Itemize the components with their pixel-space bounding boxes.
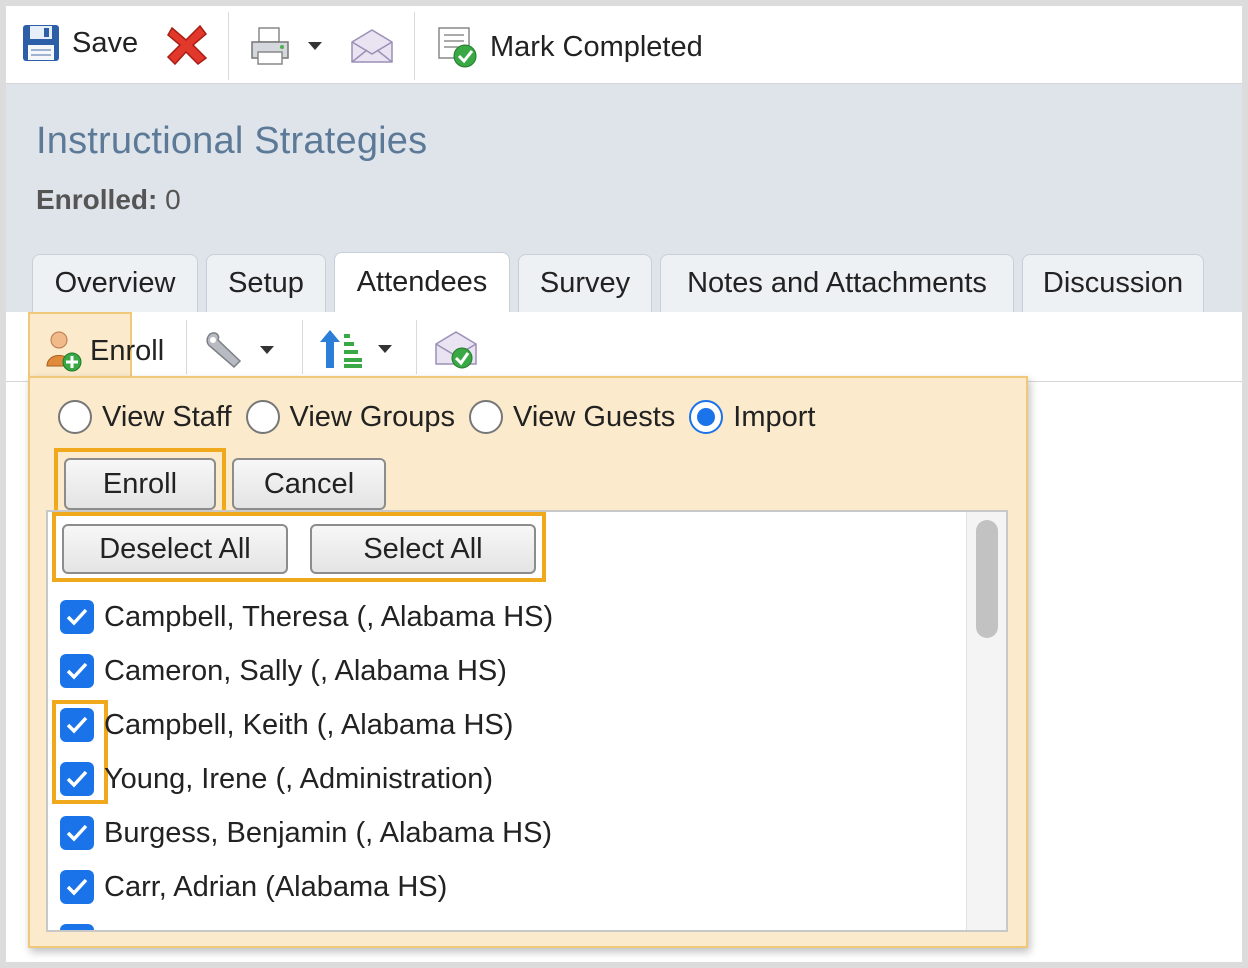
attendee-name: Cameron, Sally (, Alabama HS): [104, 654, 507, 687]
view-guests-label: View Guests: [513, 400, 676, 433]
list-scrollbar[interactable]: [966, 512, 1006, 930]
wrench-icon: [204, 330, 246, 370]
envelope-check-icon: [434, 330, 478, 370]
toolbar-separator: [228, 12, 229, 80]
enroll-button[interactable]: Enroll: [64, 458, 216, 510]
tab-label: Setup: [228, 267, 304, 299]
enrolled-value: 0: [165, 184, 181, 215]
checkbox-checked-icon[interactable]: [60, 870, 94, 904]
import-label: Import: [733, 400, 816, 433]
delete-button[interactable]: [166, 22, 208, 66]
save-label: Save: [72, 26, 139, 59]
attendee-name: Burgess, Benjamin (, Alabama HS): [104, 816, 553, 849]
select-all-button[interactable]: Select All: [310, 524, 536, 574]
printer-icon: [248, 26, 292, 66]
attendee-import-list[interactable]: Deselect All Select All Campbell, Theres…: [46, 510, 1008, 932]
email-completed-button[interactable]: [434, 330, 478, 370]
list-item[interactable]: Campbell, Theresa (, Alabama HS): [60, 600, 553, 634]
tab-label: Discussion: [1042, 267, 1184, 299]
import-radio[interactable]: [689, 400, 724, 434]
email-button[interactable]: [350, 28, 394, 64]
tab-label: Notes and Attachments: [687, 267, 987, 299]
page-title: Instructional Strategies: [36, 120, 428, 162]
caret-down-icon[interactable]: [260, 346, 274, 354]
list-item[interactable]: Burgess, Benjamin (, Alabama HS): [60, 816, 552, 850]
attendees-toolbar: [6, 312, 1242, 382]
print-button[interactable]: [248, 26, 322, 66]
checkbox-checked-icon[interactable]: [60, 762, 94, 796]
checkbox-checked-icon[interactable]: [60, 654, 94, 688]
sort-menu-button[interactable]: [320, 328, 392, 370]
add-user-icon: [44, 330, 82, 372]
mark-completed-label: Mark Completed: [490, 30, 703, 63]
envelope-icon: [350, 28, 394, 64]
checkbox-checked-icon[interactable]: [60, 708, 94, 742]
view-staff-radio[interactable]: [58, 400, 92, 434]
checkbox-checked-icon[interactable]: [60, 816, 94, 850]
tab-overview[interactable]: Overview: [32, 254, 198, 312]
list-item[interactable]: [60, 924, 104, 930]
view-groups-label: View Groups: [289, 400, 456, 433]
view-staff-label: View Staff: [102, 400, 232, 433]
mark-completed-button[interactable]: Mark Completed: [436, 26, 703, 68]
attendee-name: Campbell, Keith (, Alabama HS): [104, 708, 514, 741]
tab-setup[interactable]: Setup: [206, 254, 326, 312]
tab-label: Attendees: [356, 266, 488, 298]
view-guests-radio[interactable]: [469, 400, 504, 434]
enrolled-count: Enrolled: 0: [36, 184, 181, 216]
tab-survey[interactable]: Survey: [518, 254, 652, 312]
enroll-label: Enroll: [90, 334, 165, 367]
toolbar-separator: [302, 320, 303, 374]
attendee-name: Campbell, Theresa (, Alabama HS): [104, 600, 554, 633]
caret-down-icon[interactable]: [378, 345, 392, 353]
tab-notes-and-attachments[interactable]: Notes and Attachments: [660, 254, 1014, 312]
tools-menu-button[interactable]: [204, 330, 274, 370]
checkbox-checked-icon[interactable]: [60, 600, 94, 634]
enroll-menu-button[interactable]: Enroll: [28, 312, 164, 384]
tab-discussion[interactable]: Discussion: [1022, 254, 1204, 312]
enroll-popup: View Staff View Groups View Guests Impor…: [28, 376, 1028, 948]
view-groups-radio[interactable]: [245, 400, 280, 434]
course-header: Instructional Strategies Enrolled: 0 Ove…: [6, 84, 1242, 312]
app-window: Save Mark Completed Instructional Strate…: [0, 0, 1248, 968]
list-item[interactable]: Carr, Adrian (Alabama HS): [60, 870, 447, 904]
scrollbar-thumb[interactable]: [976, 520, 998, 638]
attendee-name: Carr, Adrian (Alabama HS): [104, 870, 448, 903]
floppy-disk-icon: [22, 24, 60, 62]
list-item[interactable]: Campbell, Keith (, Alabama HS): [60, 708, 513, 742]
list-item[interactable]: Cameron, Sally (, Alabama HS): [60, 654, 507, 688]
checklist-icon: [436, 26, 478, 68]
deselect-all-button[interactable]: Deselect All: [62, 524, 288, 574]
toolbar-separator: [416, 320, 417, 374]
red-x-icon: [166, 22, 208, 66]
tab-label: Overview: [54, 267, 176, 299]
toolbar-separator: [186, 320, 187, 374]
enrolled-label: Enrolled:: [36, 184, 158, 215]
attendee-name: Young, Irene (, Administration): [104, 762, 494, 795]
tab-label: Survey: [539, 267, 631, 299]
main-toolbar: Save Mark Completed: [6, 6, 1242, 84]
tab-attendees[interactable]: Attendees: [334, 252, 510, 312]
sort-arrow-icon: [320, 328, 364, 370]
view-options: View Staff View Groups View Guests Impor…: [58, 400, 829, 434]
cancel-button[interactable]: Cancel: [232, 458, 386, 510]
caret-down-icon[interactable]: [308, 42, 322, 50]
list-item[interactable]: Young, Irene (, Administration): [60, 762, 493, 796]
save-button[interactable]: Save: [22, 24, 138, 62]
toolbar-separator: [414, 12, 415, 80]
checkbox-checked-icon[interactable]: [60, 924, 94, 930]
